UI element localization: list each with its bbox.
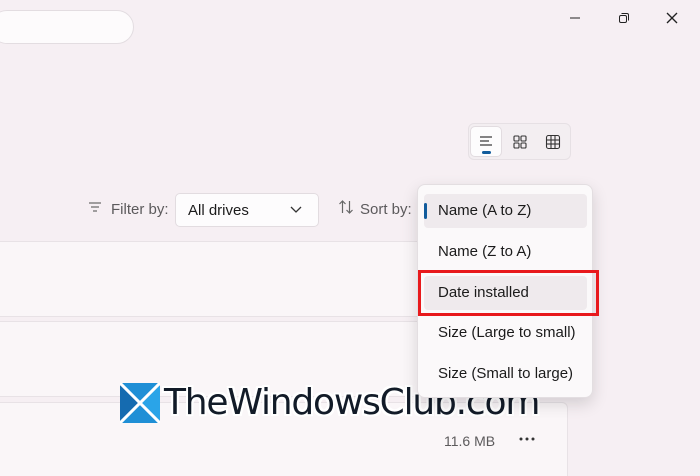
list-view-icon [480, 135, 492, 146]
filter-icon [89, 202, 101, 212]
close-button[interactable] [660, 6, 684, 30]
table-view-button[interactable] [537, 126, 569, 157]
sort-icon [339, 200, 353, 214]
close-icon [666, 12, 678, 24]
restore-button[interactable] [612, 6, 636, 30]
view-toggle-group [468, 123, 571, 160]
list-view-button[interactable] [470, 126, 502, 157]
sort-menu: Name (A to Z) Name (Z to A) Date install… [417, 184, 593, 398]
sort-option-name-asc[interactable]: Name (A to Z) [424, 194, 587, 228]
sort-option-size-large-small[interactable]: Size (Large to small) [424, 316, 587, 350]
active-indicator [482, 151, 491, 154]
minimize-button[interactable] [563, 6, 587, 30]
filter-label: Filter by: [111, 201, 169, 218]
more-horizontal-icon [519, 437, 535, 441]
chevron-down-icon [290, 206, 302, 213]
sort-option-name-desc[interactable]: Name (Z to A) [424, 235, 587, 269]
sort-option-size-small-large[interactable]: Size (Small to large) [424, 357, 587, 391]
more-options-button[interactable] [516, 428, 538, 450]
grid-view-button[interactable] [504, 126, 536, 157]
restore-icon [619, 13, 629, 23]
app-size: 11.6 MB [444, 433, 496, 449]
table-view-icon [545, 134, 561, 149]
minimize-icon [570, 17, 580, 19]
drive-filter-dropdown[interactable]: All drives [175, 193, 319, 227]
sort-label: Sort by: [360, 201, 412, 218]
grid-view-icon [513, 134, 527, 149]
search-input[interactable] [0, 10, 134, 44]
sort-option-date-installed[interactable]: Date installed [424, 276, 587, 310]
selected-indicator [424, 203, 427, 219]
watermark-logo-icon [118, 381, 162, 425]
drive-filter-value: All drives [188, 202, 249, 219]
